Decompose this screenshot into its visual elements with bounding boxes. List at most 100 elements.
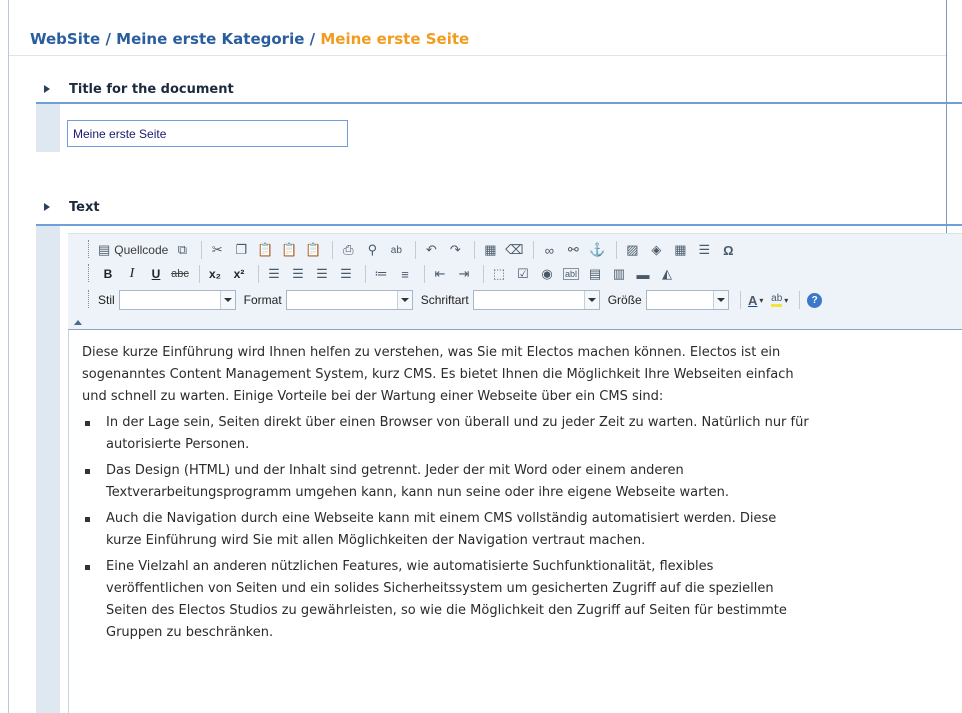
expand-arrow-icon[interactable] bbox=[44, 85, 50, 93]
strikethrough-button[interactable]: abc bbox=[170, 264, 190, 284]
bold-button[interactable]: B bbox=[98, 264, 118, 284]
help-button[interactable]: ? bbox=[805, 290, 825, 310]
document-title-input[interactable] bbox=[67, 120, 348, 147]
form-button[interactable]: ⬚ bbox=[489, 264, 509, 284]
chevron-down-icon[interactable] bbox=[396, 291, 412, 309]
italic-button[interactable]: I bbox=[122, 264, 142, 284]
title-section-label: Title for the document bbox=[69, 81, 234, 97]
horizontal-rule-button[interactable]: ☰ bbox=[694, 240, 714, 260]
superscript-button[interactable]: x² bbox=[229, 264, 249, 284]
text-color-button[interactable]: A ▾ bbox=[746, 290, 766, 310]
textarea-button[interactable]: ▤ bbox=[585, 264, 605, 284]
paste-text-button[interactable]: 📋 bbox=[279, 240, 299, 260]
undo-button[interactable]: ↶ bbox=[421, 240, 441, 260]
toolbar-separator bbox=[616, 241, 618, 259]
image-button[interactable]: ▨ bbox=[622, 240, 642, 260]
intro-paragraph: Diese kurze Einführung wird Ihnen helfen… bbox=[82, 345, 794, 404]
select-all-button[interactable]: ▦ bbox=[480, 240, 500, 260]
table-button[interactable]: ▦ bbox=[670, 240, 690, 260]
numbered-list-button[interactable]: ≔ bbox=[371, 264, 391, 284]
source-button[interactable]: ▤ Quellcode bbox=[98, 240, 168, 260]
toolbar-grip[interactable] bbox=[88, 264, 91, 282]
breadcrumb-category[interactable]: Meine erste Kategorie bbox=[116, 30, 304, 48]
flash-button[interactable]: ◈ bbox=[646, 240, 666, 260]
align-right-button[interactable]: ☰ bbox=[312, 264, 332, 284]
chevron-down-icon[interactable] bbox=[583, 291, 599, 309]
toolbar-grip[interactable] bbox=[88, 290, 91, 308]
font-select-value bbox=[474, 291, 584, 309]
align-left-button[interactable]: ☰ bbox=[264, 264, 284, 284]
toolbar-separator bbox=[483, 265, 484, 283]
toolbar-separator bbox=[199, 265, 200, 283]
replace-icon: ab bbox=[390, 244, 402, 256]
radio-icon: ◉ bbox=[541, 266, 553, 281]
print-button[interactable]: ⎙ bbox=[338, 240, 358, 260]
remove-format-button[interactable]: ⌫ bbox=[504, 240, 524, 260]
style-select[interactable] bbox=[118, 290, 236, 310]
redo-icon: ↷ bbox=[449, 242, 461, 257]
omega-icon: Ω bbox=[723, 242, 734, 258]
image-button-button[interactable]: ◭ bbox=[657, 264, 677, 284]
list-item: In der Lage sein, Seiten direkt über ein… bbox=[82, 412, 812, 456]
font-select[interactable] bbox=[472, 290, 600, 310]
radio-button[interactable]: ◉ bbox=[537, 264, 557, 284]
subscript-button[interactable]: x₂ bbox=[205, 264, 225, 284]
table-icon: ▦ bbox=[674, 242, 687, 257]
size-select[interactable] bbox=[645, 290, 729, 310]
breadcrumb-separator: / bbox=[105, 30, 111, 48]
background-color-button[interactable]: ab ▾ bbox=[770, 290, 790, 310]
unlink-button[interactable]: ⚯ bbox=[563, 240, 583, 260]
align-left-icon: ☰ bbox=[268, 266, 280, 281]
align-center-button[interactable]: ☰ bbox=[288, 264, 308, 284]
breadcrumb-root[interactable]: WebSite bbox=[30, 30, 100, 48]
outdent-button[interactable]: ⇤ bbox=[430, 264, 450, 284]
print-icon: ⎙ bbox=[343, 242, 354, 257]
breadcrumb-current: Meine erste Seite bbox=[320, 30, 470, 48]
textfield-button[interactable]: abl bbox=[561, 264, 581, 284]
redo-button[interactable]: ↷ bbox=[445, 240, 465, 260]
title-section-header[interactable]: Title for the document bbox=[36, 76, 962, 102]
section-divider bbox=[36, 224, 962, 226]
toolbar-row-3: Stil Format Schriftart Größe A ▾ ab ▾ ? bbox=[96, 288, 829, 312]
editor-content-area[interactable]: Diese kurze Einführung wird Ihnen helfen… bbox=[68, 329, 962, 713]
format-label: Format bbox=[243, 293, 282, 307]
anchor-button[interactable]: ⚓ bbox=[587, 240, 607, 260]
form-button-button[interactable]: ▬ bbox=[633, 264, 653, 284]
breadcrumb-separator: / bbox=[309, 30, 316, 48]
find-button[interactable]: ⚲ bbox=[362, 240, 382, 260]
flash-icon: ◈ bbox=[651, 242, 662, 257]
left-border bbox=[8, 0, 9, 713]
cut-button[interactable]: ✂ bbox=[207, 240, 227, 260]
text-section-header[interactable]: Text bbox=[36, 194, 962, 220]
special-char-button[interactable]: Ω bbox=[718, 240, 738, 260]
toolbar-row-1: ▤ Quellcode ⧉ ✂ ❐ 📋 📋 📋 ⎙ ⚲ ab ↶ ↷ ▦ ⌫ ∞… bbox=[98, 238, 742, 262]
eraser-icon: ⌫ bbox=[505, 242, 524, 257]
paste-word-button[interactable]: 📋 bbox=[303, 240, 323, 260]
link-button[interactable]: ∞ bbox=[539, 240, 559, 260]
copy-button[interactable]: ❐ bbox=[231, 240, 251, 260]
expand-arrow-icon[interactable] bbox=[44, 203, 50, 211]
checkbox-button[interactable]: ☑ bbox=[513, 264, 533, 284]
section-gutter bbox=[36, 104, 60, 152]
paste-button[interactable]: 📋 bbox=[255, 240, 275, 260]
chevron-down-icon[interactable] bbox=[219, 291, 235, 309]
indent-button[interactable]: ⇥ bbox=[454, 264, 474, 284]
toolbar-separator bbox=[415, 241, 417, 259]
template-button[interactable]: ⧉ bbox=[172, 240, 192, 260]
section-gutter bbox=[36, 226, 60, 713]
toolbar-grip[interactable] bbox=[88, 240, 91, 258]
checkbox-icon: ☑ bbox=[517, 266, 529, 281]
align-justify-button[interactable]: ☰ bbox=[336, 264, 356, 284]
list-item: Das Design (HTML) und der Inhalt sind ge… bbox=[82, 460, 812, 504]
format-select[interactable] bbox=[285, 290, 413, 310]
underline-button[interactable]: U bbox=[146, 264, 166, 284]
collapse-toolbar-icon[interactable] bbox=[74, 320, 82, 325]
select-field-button[interactable]: ▥ bbox=[609, 264, 629, 284]
toolbar-separator bbox=[739, 291, 741, 309]
link-icon: ∞ bbox=[544, 242, 554, 258]
replace-button[interactable]: ab bbox=[386, 240, 406, 260]
bulleted-list-button[interactable]: ≡ bbox=[395, 264, 415, 284]
chevron-down-icon[interactable] bbox=[712, 291, 728, 309]
toolbar-separator bbox=[258, 265, 259, 283]
format-select-value bbox=[287, 291, 397, 309]
